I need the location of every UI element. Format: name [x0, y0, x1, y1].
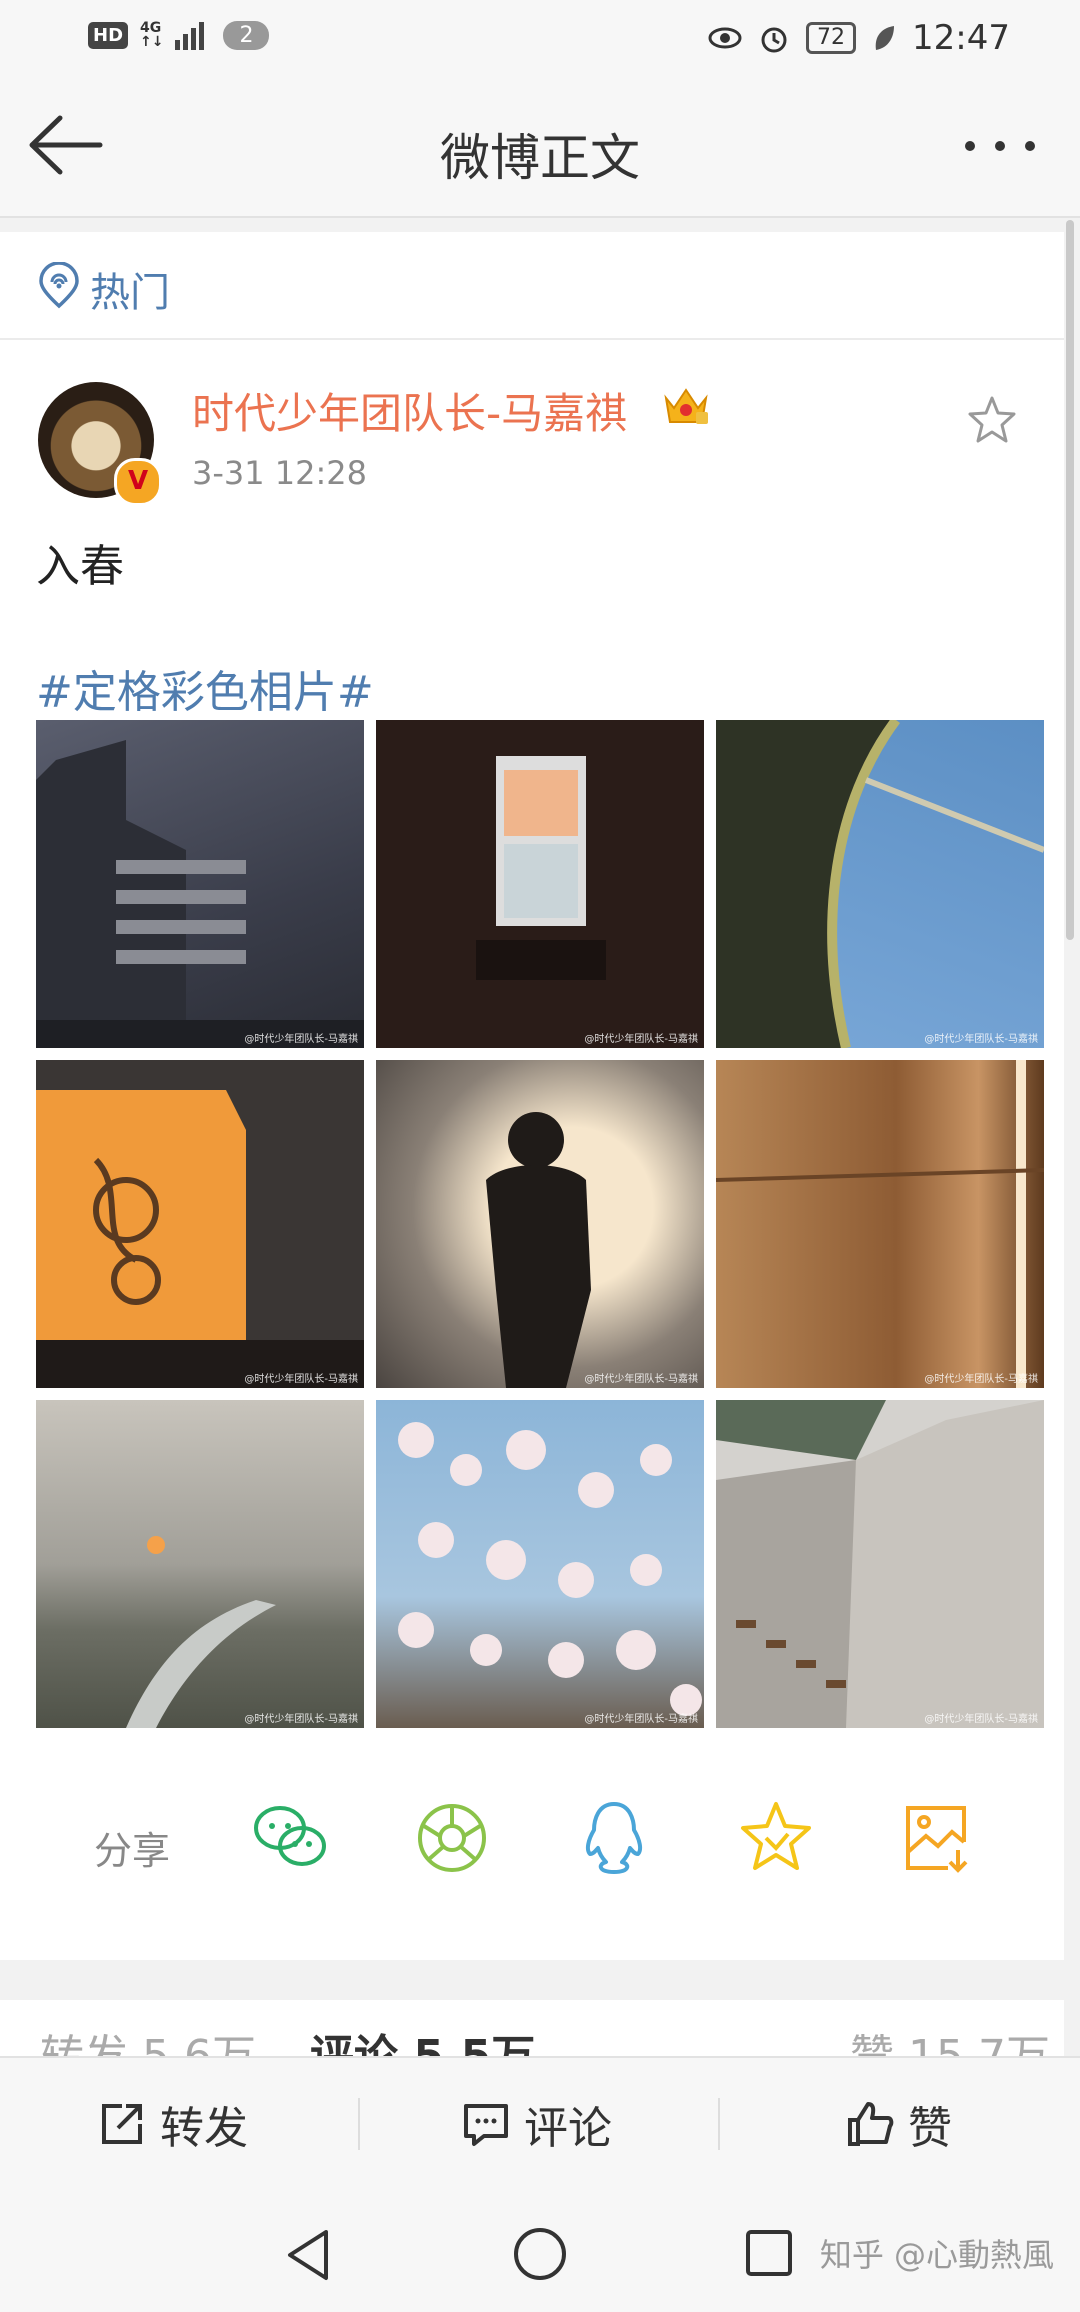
save-image-icon — [906, 1806, 968, 1873]
share-row: 分享 — [0, 1792, 1064, 1912]
network-icon: 4G ↑↓ — [140, 21, 163, 49]
verified-badge: V — [114, 458, 162, 506]
share-label: 分享 — [94, 1829, 171, 1873]
hot-label: 热门 — [90, 270, 170, 316]
divider — [718, 2098, 720, 2150]
signal-icon — [175, 22, 205, 50]
repost-button[interactable]: 转发 — [96, 2058, 248, 2190]
like-button[interactable]: 赞 — [844, 2058, 952, 2190]
shadow-scene — [36, 1090, 364, 1388]
action-bar: 转发 评论 赞 — [0, 2056, 1080, 2190]
hd-badge: HD — [88, 21, 129, 49]
nav-back-icon[interactable] — [284, 2228, 332, 2282]
battery-icon: 72 — [806, 22, 857, 54]
share-favorite-button[interactable] — [736, 1798, 816, 1878]
post-text: 入春 — [36, 541, 124, 592]
photo-watermark: @时代少年团队长-马嘉祺 — [924, 1714, 1038, 1725]
clock: 12:47 — [912, 18, 1010, 58]
photo-grid: @时代少年团队长-马嘉祺 @时代少年团队长-马嘉祺 @时代少年团队长-马嘉祺 @… — [36, 720, 1044, 1728]
comment-label: 评论 — [524, 2103, 612, 2154]
hot-row[interactable]: 热门 — [0, 232, 1064, 340]
photo-watermark: @时代少年团队长-马嘉祺 — [584, 1034, 698, 1045]
photo-watermark: @时代少年团队长-马嘉祺 — [584, 1714, 698, 1725]
crown-icon — [664, 388, 708, 424]
repost-icon — [102, 2104, 142, 2144]
thumbs-up-icon — [848, 2102, 894, 2146]
network-label: 4G — [140, 20, 162, 36]
photo-1[interactable]: @时代少年团队长-马嘉祺 — [36, 720, 364, 1048]
building-silhouette — [36, 740, 364, 1048]
zhihu-watermark: 知乎 @心動熱風 — [819, 2236, 1054, 2274]
dome-scene — [716, 720, 1044, 1048]
share-moments-button[interactable] — [412, 1798, 492, 1878]
like-label: 赞 — [908, 2103, 952, 2154]
comment-button[interactable]: 评论 — [460, 2058, 612, 2190]
photo-watermark: @时代少年团队长-马嘉祺 — [244, 1374, 358, 1385]
stairs-scene — [716, 1400, 1044, 1728]
network-arrows: ↑↓ — [140, 34, 164, 50]
photo-6[interactable]: @时代少年团队长-马嘉祺 — [716, 1060, 1044, 1388]
favorite-icon — [741, 1802, 811, 1870]
favorite-star-button[interactable] — [966, 394, 1018, 450]
magnolia-scene — [398, 1422, 702, 1716]
comment-icon — [464, 2104, 508, 2146]
eye-comfort-icon — [708, 27, 742, 49]
moments-icon — [418, 1804, 486, 1872]
more-dots-icon — [965, 141, 1035, 151]
status-bar: HD 4G ↑↓ 2 72 12:47 — [0, 0, 1080, 80]
photo-watermark: @时代少年团队长-马嘉祺 — [924, 1034, 1038, 1045]
photo-watermark: @时代少年团队长-马嘉祺 — [584, 1374, 698, 1385]
divider — [358, 2098, 360, 2150]
photo-8[interactable]: @时代少年团队长-马嘉祺 — [376, 1400, 704, 1728]
page-title: 微博正文 — [440, 129, 640, 187]
nav-recents-icon[interactable] — [744, 2228, 794, 2278]
author-name[interactable]: 时代少年团队长-马嘉祺 — [192, 380, 627, 441]
post-time: 3-31 12:28 — [192, 454, 368, 492]
photo-4[interactable]: @时代少年团队长-马嘉祺 — [36, 1060, 364, 1388]
weibo-card: 热门 V 时代少年团队长-马嘉祺 3-31 12:28 入春 #定格彩色相片# … — [0, 232, 1064, 1960]
sunrise-scene — [126, 1536, 276, 1728]
nav-bar: 微博正文 — [0, 80, 1080, 218]
star-outline-icon — [968, 396, 1016, 443]
window-scene — [476, 756, 606, 980]
notification-count-badge: 2 — [223, 20, 270, 50]
hashtag-link[interactable]: #定格彩色相片# — [36, 656, 374, 720]
repost-label: 转发 — [160, 2103, 248, 2154]
photo-3[interactable]: @时代少年团队长-马嘉祺 — [716, 720, 1044, 1048]
qq-icon — [585, 1802, 643, 1874]
photo-watermark: @时代少年团队长-马嘉祺 — [244, 1714, 358, 1725]
photo-9[interactable]: @时代少年团队长-马嘉祺 — [716, 1400, 1044, 1728]
save-image-button[interactable] — [898, 1798, 978, 1878]
photo-7[interactable]: @时代少年团队长-马嘉祺 — [36, 1400, 364, 1728]
nav-home-icon[interactable] — [512, 2226, 568, 2282]
share-qq-button[interactable] — [574, 1798, 654, 1878]
photo-2[interactable]: @时代少年团队长-马嘉祺 — [376, 720, 704, 1048]
system-nav-bar: 知乎 @心動熱風 — [0, 2188, 1080, 2312]
wood-light-scene — [716, 1060, 1044, 1388]
scrollbar[interactable] — [1066, 220, 1074, 940]
share-wechat-button[interactable] — [250, 1798, 330, 1878]
wechat-icon — [254, 1806, 326, 1866]
photo-5[interactable]: @时代少年团队长-马嘉祺 — [376, 1060, 704, 1388]
silhouette-scene — [486, 1112, 591, 1388]
photo-watermark: @时代少年团队长-马嘉祺 — [244, 1034, 358, 1045]
alarm-icon — [761, 27, 787, 53]
more-button[interactable] — [960, 126, 1040, 166]
hot-topic-icon — [39, 262, 79, 309]
leaf-icon — [875, 26, 895, 50]
photo-watermark: @时代少年团队长-马嘉祺 — [924, 1374, 1038, 1385]
